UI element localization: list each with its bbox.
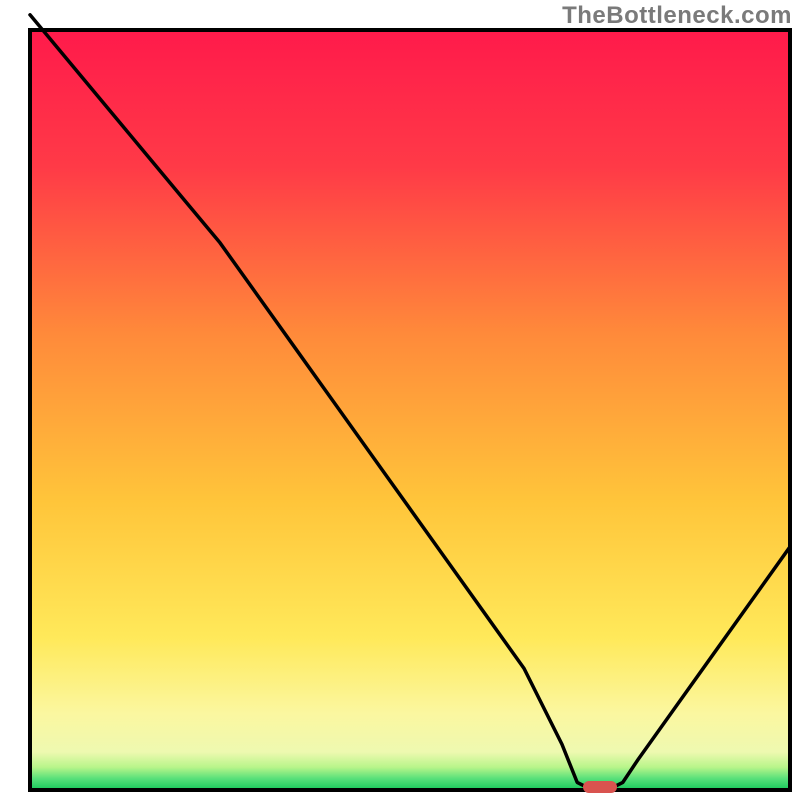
chart-frame: TheBottleneck.com [0,0,800,800]
plot-background [30,30,790,790]
bottleneck-chart [0,0,800,800]
watermark-text: TheBottleneck.com [562,2,792,30]
minimum-marker [583,781,617,793]
